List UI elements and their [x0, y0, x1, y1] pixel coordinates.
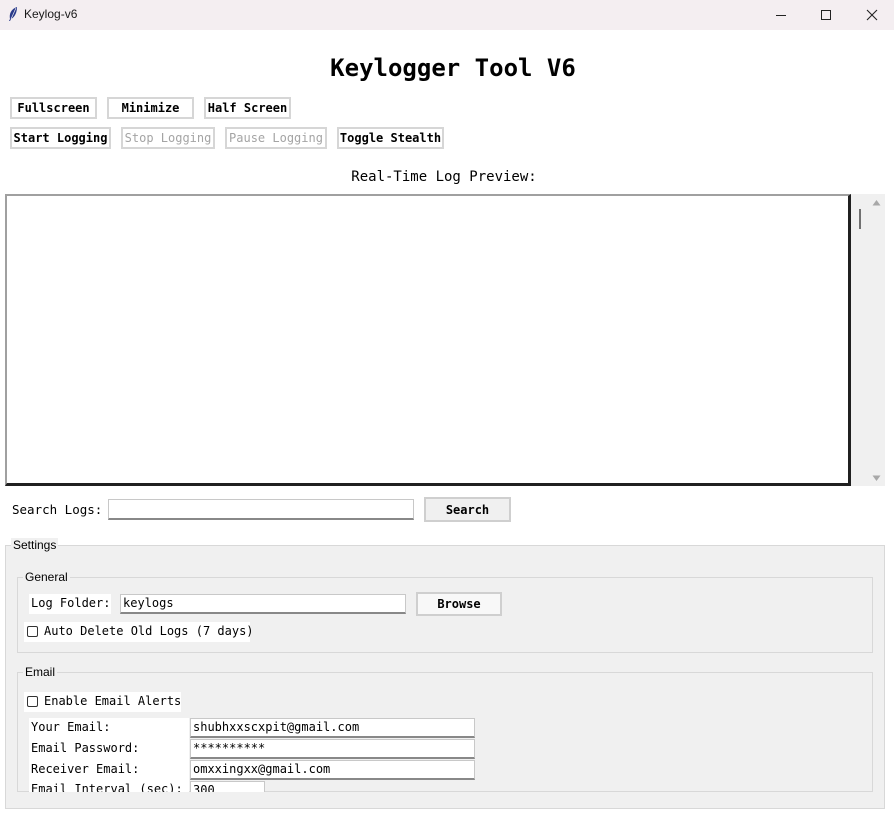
auto-delete-checkbox[interactable] [27, 626, 38, 637]
search-button[interactable]: Search [424, 497, 511, 522]
enable-email-alerts-label: Enable Email Alerts [44, 694, 182, 708]
half-screen-button[interactable]: Half Screen [204, 97, 291, 119]
log-preview-label: Real-Time Log Preview: [351, 169, 537, 185]
email-title: Email [23, 665, 58, 679]
email-interval-input[interactable]: 300 [190, 781, 265, 792]
fullscreen-button[interactable]: Fullscreen [10, 97, 97, 119]
log-preview-scrollbar[interactable] [851, 194, 885, 486]
receiver-email-input[interactable]: omxxingxx@gmail.com [190, 760, 475, 780]
email-password-input[interactable]: ********** [190, 739, 475, 759]
log-folder-input[interactable]: keylogs [120, 594, 406, 614]
scroll-down-arrow-icon[interactable] [872, 475, 881, 482]
maximize-icon [821, 10, 831, 20]
your-email-input[interactable]: shubhxxscxpit@gmail.com [190, 718, 475, 738]
search-logs-label: Search Logs: [12, 502, 103, 517]
minimize-app-button[interactable]: Minimize [107, 97, 194, 119]
toggle-stealth-button[interactable]: Toggle Stealth [337, 127, 444, 149]
email-interval-row: Email Interval (sec): 300 [18, 781, 873, 792]
enable-email-alerts-checkbox[interactable] [27, 696, 38, 707]
receiver-email-label: Receiver Email: [31, 762, 140, 776]
your-email-label: Your Email: [31, 720, 111, 734]
window-title: Keylog-v6 [24, 7, 78, 21]
browse-button[interactable]: Browse [416, 592, 502, 616]
pause-logging-button[interactable]: Pause Logging [225, 127, 327, 149]
stop-logging-button[interactable]: Stop Logging [121, 127, 215, 149]
window-close-button[interactable] [849, 0, 894, 30]
settings-title: Settings [11, 538, 59, 552]
search-input[interactable] [108, 499, 414, 520]
feather-icon [9, 7, 17, 21]
start-logging-button[interactable]: Start Logging [10, 127, 111, 149]
app-title: Keylogger Tool V6 [330, 54, 576, 82]
scroll-up-arrow-icon[interactable] [872, 199, 881, 206]
log-folder-label: Log Folder: [31, 596, 111, 610]
email-interval-label: Email Interval (sec): [31, 782, 183, 792]
minimize-icon [776, 15, 786, 16]
log-preview-textarea[interactable] [5, 194, 851, 486]
window-maximize-button[interactable] [803, 0, 849, 30]
window-minimize-button[interactable] [758, 0, 804, 30]
close-icon [866, 9, 878, 21]
auto-delete-label: Auto Delete Old Logs (7 days) [44, 624, 254, 638]
general-title: General [23, 570, 70, 584]
scrollbar-thumb[interactable] [859, 209, 861, 229]
email-password-label: Email Password: [31, 741, 140, 755]
